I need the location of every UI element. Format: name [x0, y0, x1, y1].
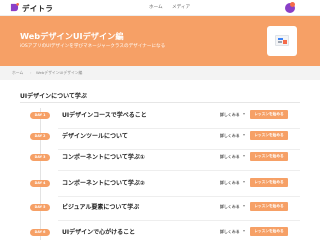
- lesson-row[interactable]: DAY 4 コンポーネントについて学ぶ② 詳しくみる ▾ レッスンを始める: [0, 176, 320, 197]
- day-badge: DAY 6: [30, 229, 50, 236]
- notification-dot: [290, 2, 295, 7]
- chevron-down-icon[interactable]: ▾: [243, 203, 245, 208]
- start-lesson-button[interactable]: レッスンを始める: [250, 202, 288, 211]
- detail-link[interactable]: 詳しくみる: [220, 229, 240, 235]
- breadcrumb: ホーム › WebデザインUIデザイン編: [0, 66, 320, 80]
- row-divider: [58, 196, 300, 197]
- detail-link[interactable]: 詳しくみる: [220, 112, 240, 118]
- chevron-down-icon[interactable]: ▾: [243, 153, 245, 158]
- course-hero: WebデザインUIデザイン編 iOSアプリのUIデザインを学びマネージャークラス…: [0, 16, 320, 66]
- screen-detail-orange: [283, 40, 287, 44]
- logo-icon: [10, 3, 19, 12]
- chevron-down-icon[interactable]: ▾: [243, 132, 245, 137]
- chevron-down-icon[interactable]: ▾: [243, 228, 245, 233]
- chevron-down-icon[interactable]: ▾: [243, 111, 245, 116]
- nav-media[interactable]: メディア: [172, 4, 190, 10]
- start-lesson-button[interactable]: レッスンを始める: [250, 152, 288, 161]
- start-lesson-button[interactable]: レッスンを始める: [250, 110, 288, 119]
- day-badge: DAY 1: [30, 112, 50, 119]
- day-badge: DAY 3: [30, 154, 50, 161]
- row-divider: [58, 220, 300, 221]
- lesson-row[interactable]: DAY 6 UIデザインで心がけること 詳しくみる ▾ レッスンを始める: [0, 225, 320, 240]
- top-header: デイトラ ホーム メディア: [0, 0, 320, 16]
- course-title: WebデザインUIデザイン編: [20, 31, 124, 41]
- lesson-title[interactable]: コンポーネントについて学ぶ②: [62, 178, 145, 187]
- chevron-down-icon[interactable]: ▾: [243, 179, 245, 184]
- course-subtitle: iOSアプリのUIデザインを学びマネージャークラスのデザイナーになる: [20, 44, 166, 49]
- day-badge: DAY 2: [30, 133, 50, 140]
- lesson-title[interactable]: UIデザインで心がけること: [62, 227, 135, 236]
- lesson-title[interactable]: UIデザインコースで学べること: [62, 110, 147, 119]
- course-thumbnail: [267, 26, 297, 56]
- lesson-row[interactable]: DAY 2 デザインツールについて 詳しくみる ▾ レッスンを始める: [0, 129, 320, 150]
- detail-link[interactable]: 詳しくみる: [220, 154, 240, 160]
- detail-link[interactable]: 詳しくみる: [220, 180, 240, 186]
- lesson-title[interactable]: デザインツールについて: [62, 131, 128, 140]
- detail-link[interactable]: 詳しくみる: [220, 133, 240, 139]
- lesson-title[interactable]: コンポーネントについて学ぶ①: [62, 152, 145, 161]
- section-title: UIデザインについて学ぶ: [20, 93, 87, 100]
- row-divider: [58, 170, 300, 171]
- breadcrumb-home[interactable]: ホーム: [12, 70, 23, 76]
- day-badge: DAY 4: [30, 180, 50, 187]
- start-lesson-button[interactable]: レッスンを始める: [250, 131, 288, 140]
- detail-link[interactable]: 詳しくみる: [220, 204, 240, 210]
- screen-detail-gray: [278, 41, 282, 43]
- logo-text[interactable]: デイトラ: [22, 3, 53, 14]
- section-divider: [20, 102, 300, 103]
- breadcrumb-current: WebデザインUIデザイン編: [36, 70, 83, 75]
- start-lesson-button[interactable]: レッスンを始める: [250, 227, 288, 236]
- chevron-right-icon: ›: [30, 70, 32, 75]
- lesson-row[interactable]: DAY 1 UIデザインコースで学べること 詳しくみる ▾ レッスンを始める: [0, 108, 320, 129]
- nav-home[interactable]: ホーム: [149, 4, 163, 10]
- start-lesson-button[interactable]: レッスンを始める: [250, 178, 288, 187]
- lesson-row[interactable]: DAY 3 コンポーネントについて学ぶ① 詳しくみる ▾ レッスンを始める: [0, 150, 320, 171]
- lesson-title[interactable]: ビジュアル要素について学ぶ: [62, 202, 139, 211]
- day-badge: DAY 5: [30, 204, 50, 211]
- lesson-row[interactable]: DAY 5 ビジュアル要素について学ぶ 詳しくみる ▾ レッスンを始める: [0, 200, 320, 221]
